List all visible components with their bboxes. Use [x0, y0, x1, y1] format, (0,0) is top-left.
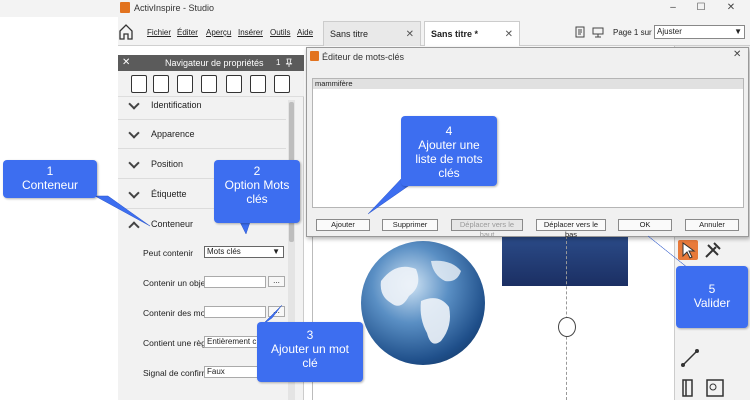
callout-text: Option Mots clés: [224, 178, 290, 206]
callout-4: 4 Ajouter une liste de mots clés: [401, 116, 497, 186]
callout-text: Valider: [693, 296, 731, 310]
callout-number: 4: [445, 124, 453, 138]
callout-number: 5: [708, 282, 716, 296]
callout-2-arrow: [239, 221, 251, 235]
callout-3: 3 Ajouter un mot clé: [257, 322, 363, 382]
callout-1-arrow: [94, 195, 151, 227]
callout-number: 1: [46, 164, 54, 178]
callout-text: Ajouter un mot clé: [270, 342, 350, 370]
callout-number: 2: [253, 164, 261, 178]
callout-text: Ajouter une liste de mots clés: [415, 138, 483, 180]
callout-2: 2 Option Mots clés: [214, 160, 300, 223]
callout-arrows: [94, 177, 699, 326]
callout-text: Conteneur: [21, 178, 79, 192]
callout-5: 5 Valider: [676, 266, 748, 328]
callout-1: 1 Conteneur: [3, 160, 97, 198]
callout-number: 3: [306, 328, 314, 342]
